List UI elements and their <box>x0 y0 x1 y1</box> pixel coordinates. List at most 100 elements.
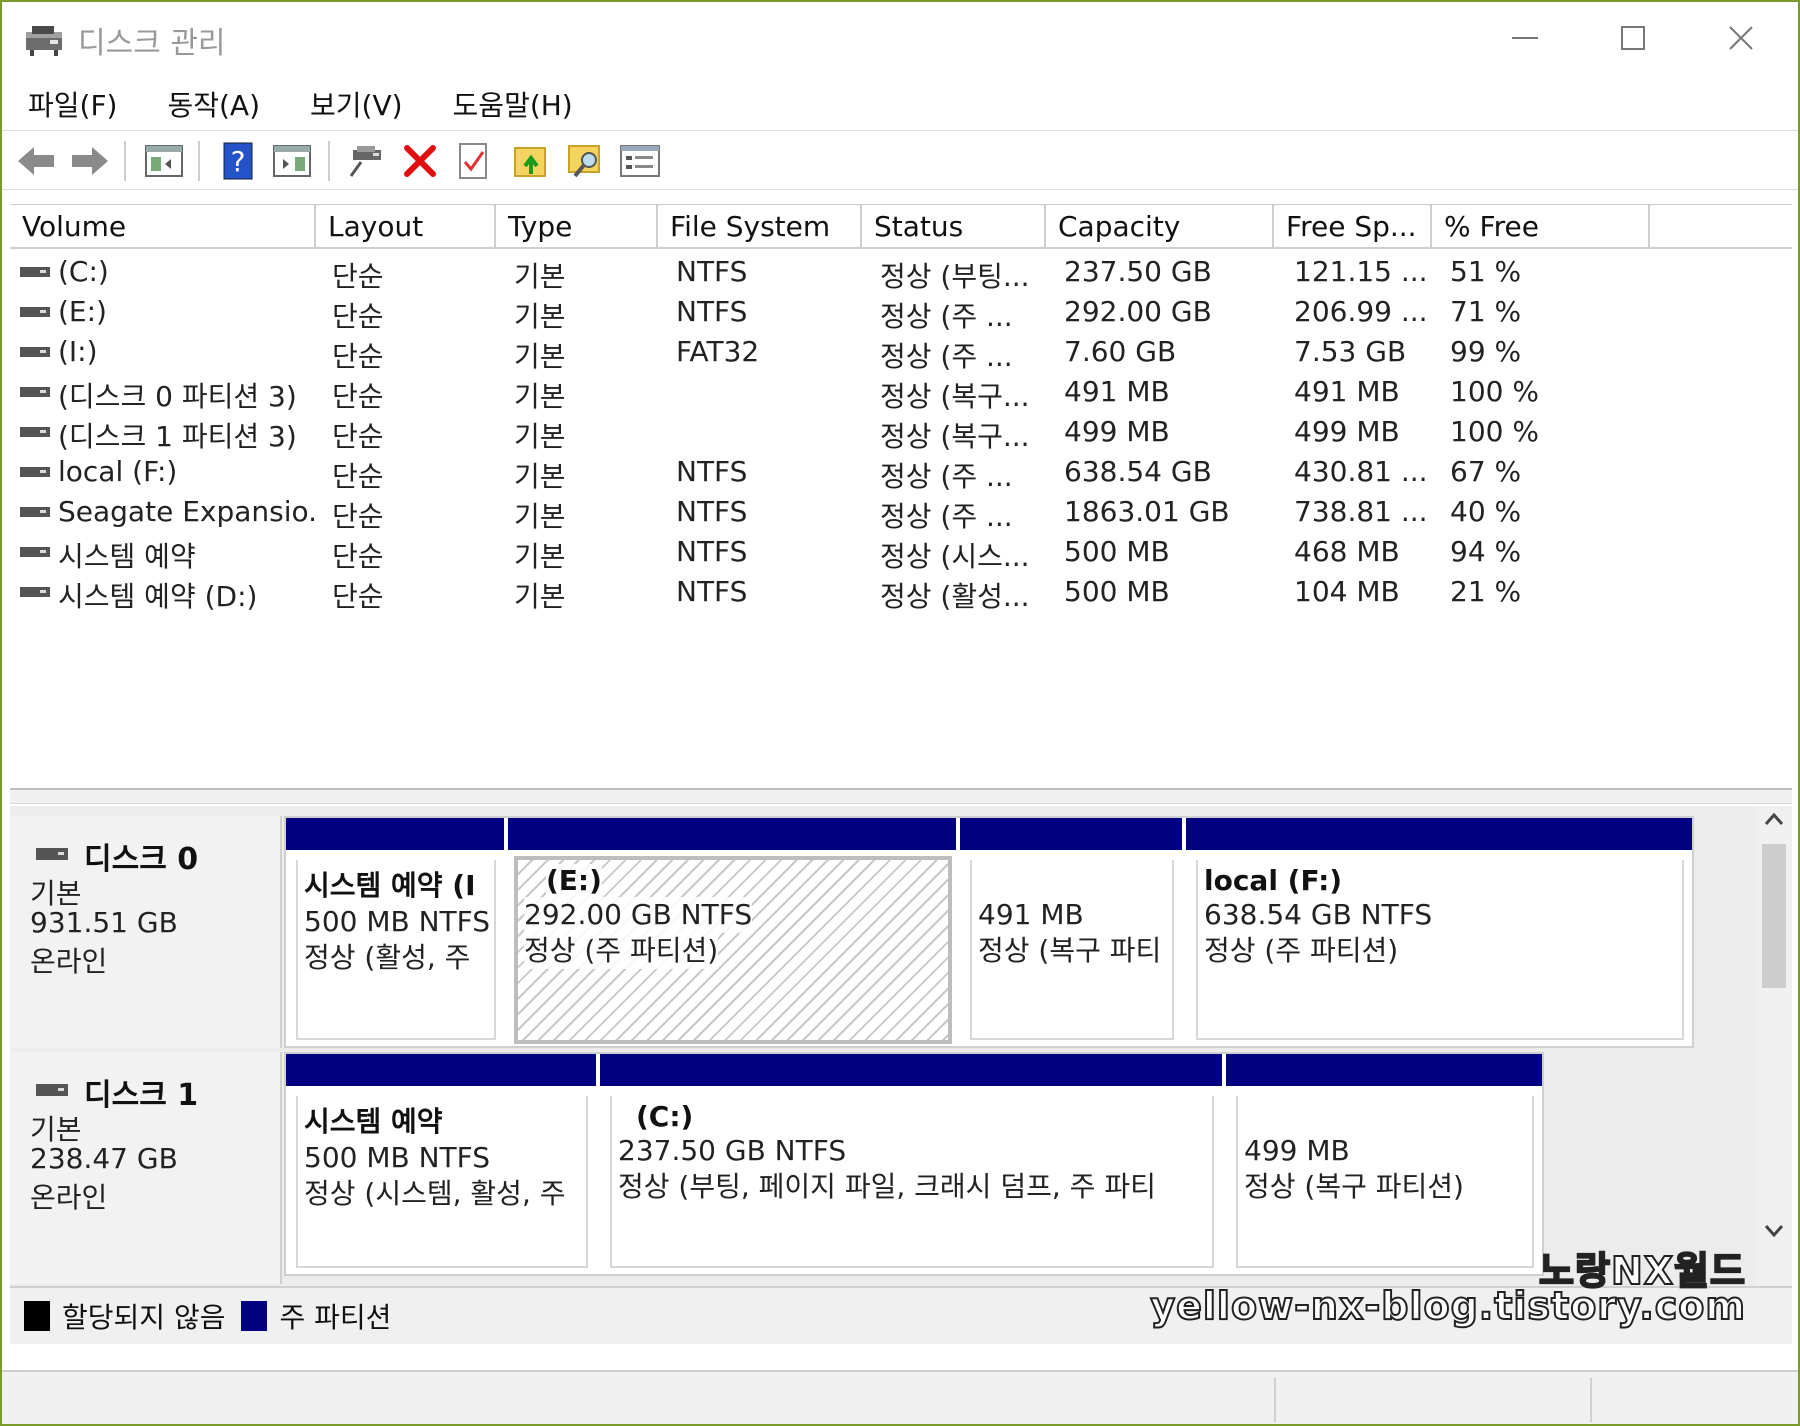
disk-1-partition-3-recovery[interactable]: 499 MB 정상 (복구 파티션) <box>1226 1054 1542 1274</box>
volume-row[interactable]: 시스템 예약 (D:) 단순 기본 NTFS 정상 (활성... 500 MB 104 MB… <box>10 571 1792 611</box>
cell-file-system: NTFS <box>676 255 748 288</box>
cell-file-system: NTFS <box>676 535 748 568</box>
disk-0-partition-3-recovery[interactable]: 491 MB 정상 (복구 파티 <box>960 818 1182 1046</box>
cell-capacity: 292.00 GB <box>1064 295 1212 328</box>
cell-type: 기본 <box>514 340 566 371</box>
volume-drive-icon <box>20 507 50 517</box>
primary-partition-header <box>508 818 956 850</box>
volume-row[interactable]: Seagate Expansio... 단순 기본 NTFS 정상 (주 ... 1863… <box>10 491 1792 531</box>
menu-view[interactable]: 보기(V) <box>284 78 427 128</box>
volume-row[interactable]: (C:) 단순 기본 NTFS 정상 (부팅... 237.50 GB 121.15 ...… <box>10 251 1792 291</box>
disk-0-partition-system-reserved[interactable]: 시스템 예약 (I 500 MB NTFS 정상 (활성, 주 <box>286 818 504 1046</box>
disk-graphical-view: 디스크 0 기본 931.51 GB 온라인 시스템 예약 (I 500 MB … <box>10 806 1792 1286</box>
close-icon <box>1729 26 1753 50</box>
column-header-percent-free[interactable]: % Free <box>1432 205 1650 249</box>
show-hide-action-pane-icon <box>273 145 311 177</box>
volume-row[interactable]: (I:) 단순 기본 FAT32 정상 (주 ... 7.60 GB 7.53 GB 99 % <box>10 331 1792 371</box>
cell-capacity: 638.54 GB <box>1064 455 1212 488</box>
partition-size: 237.50 GB NTFS <box>618 1134 847 1167</box>
partition-size: 500 MB NTFS <box>304 905 491 938</box>
disk-0-partition-f[interactable]: local (F:) 638.54 GB NTFS 정상 (주 파티션) <box>1186 818 1692 1046</box>
cell-capacity: 1863.01 GB <box>1064 495 1230 528</box>
volume-row[interactable]: 시스템 예약 단순 기본 NTFS 정상 (시스... 500 MB 468 MB 94 % <box>10 531 1792 571</box>
column-header-layout[interactable]: Layout <box>316 205 496 249</box>
partition-size: 638.54 GB NTFS <box>1204 898 1433 931</box>
volume-row[interactable]: (디스크 1 파티션 3) 단순 기본 정상 (복구... 499 MB 499 MB 10… <box>10 411 1792 451</box>
delete-icon <box>404 145 436 177</box>
view-list-button[interactable] <box>618 139 662 183</box>
show-hide-action-pane-button[interactable] <box>270 139 314 183</box>
show-hide-console-tree-button[interactable] <box>142 139 186 183</box>
partition-box: 491 MB 정상 (복구 파티 <box>970 860 1174 1040</box>
toolbar-separator <box>328 141 330 181</box>
minimize-button[interactable] <box>1490 12 1560 64</box>
graph-vertical-scrollbar[interactable] <box>1756 806 1792 1286</box>
cell-percent-free: 100 % <box>1450 415 1539 448</box>
disk-0-partition-e[interactable]: (E:) 292.00 GB NTFS 정상 (주 파티션) <box>508 818 956 1046</box>
pane-splitter[interactable] <box>10 788 1792 804</box>
partition-status: 정상 (부팅, 페이지 파일, 크래시 덤프, 주 파티 <box>618 1170 1156 1203</box>
cell-type: 기본 <box>514 300 566 331</box>
back-button[interactable] <box>14 139 58 183</box>
cell-volume: (디스크 1 파티션 3) <box>58 420 297 451</box>
legend-swatch-primary <box>241 1301 268 1331</box>
folder-up-button[interactable] <box>510 139 554 183</box>
menu-action[interactable]: 동작(A) <box>141 78 284 128</box>
close-button[interactable] <box>1706 12 1776 64</box>
scroll-down-arrow-icon[interactable] <box>1764 1224 1784 1238</box>
cell-percent-free: 94 % <box>1450 535 1522 568</box>
cell-status: 정상 (주 ... <box>880 300 1013 331</box>
status-bar <box>2 1370 1798 1424</box>
forward-button[interactable] <box>68 139 112 183</box>
toolbar: ? <box>2 130 1798 190</box>
show-hide-console-tree-icon <box>145 145 183 177</box>
scrollbar-thumb[interactable] <box>1762 844 1786 988</box>
folder-search-button[interactable] <box>564 139 608 183</box>
disk-0-label[interactable]: 디스크 0 기본 931.51 GB 온라인 <box>10 816 282 1048</box>
cell-file-system: NTFS <box>676 495 748 528</box>
cell-volume: 시스템 예약 <box>58 540 196 571</box>
column-header-capacity[interactable]: Capacity <box>1046 205 1274 249</box>
maximize-button[interactable] <box>1598 12 1668 64</box>
cell-free-space: 491 MB <box>1294 375 1400 408</box>
menu-file[interactable]: 파일(F) <box>2 78 141 128</box>
properties-button[interactable] <box>452 139 496 183</box>
volume-row[interactable]: local (F:) 단순 기본 NTFS 정상 (주 ... 638.54 GB 430.… <box>10 451 1792 491</box>
title-bar: 디스크 관리 <box>2 2 1798 74</box>
cell-capacity: 500 MB <box>1064 535 1170 568</box>
cell-type: 기본 <box>514 460 566 491</box>
disk-1-partition-c[interactable]: (C:) 237.50 GB NTFS 정상 (부팅, 페이지 파일, 크래시 … <box>600 1054 1222 1274</box>
cell-free-space: 121.15 ... <box>1294 255 1428 288</box>
disk-1-partition-system-reserved[interactable]: 시스템 예약 500 MB NTFS 정상 (시스템, 활성, 주 <box>286 1054 596 1274</box>
cell-type: 기본 <box>514 500 566 531</box>
cell-layout: 단순 <box>332 540 384 571</box>
cell-layout: 단순 <box>332 260 384 291</box>
disk-1-label[interactable]: 디스크 1 기본 238.47 GB 온라인 <box>10 1052 282 1284</box>
primary-partition-header <box>960 818 1182 850</box>
partition-box-selected: (E:) 292.00 GB NTFS 정상 (주 파티션) <box>514 856 952 1044</box>
menu-help[interactable]: 도움말(H) <box>427 78 597 128</box>
partition-name: 시스템 예약 (I <box>304 869 476 902</box>
volume-row[interactable]: (E:) 단순 기본 NTFS 정상 (주 ... 292.00 GB 206.99 ...… <box>10 291 1792 331</box>
scroll-up-arrow-icon[interactable] <box>1764 812 1784 826</box>
column-header-free-space[interactable]: Free Sp... <box>1274 205 1432 249</box>
partition-box: 499 MB 정상 (복구 파티션) <box>1236 1096 1534 1268</box>
partition-name <box>978 864 1172 897</box>
legend-swatch-unallocated <box>24 1301 50 1331</box>
minimize-icon <box>1512 37 1538 39</box>
connect-drive-button[interactable] <box>344 139 388 183</box>
delete-button[interactable] <box>398 139 442 183</box>
cell-status: 정상 (주 ... <box>880 340 1013 371</box>
help-button[interactable]: ? <box>216 139 260 183</box>
cell-capacity: 491 MB <box>1064 375 1170 408</box>
partition-box: 시스템 예약 500 MB NTFS 정상 (시스템, 활성, 주 <box>296 1096 588 1268</box>
volume-list-header: Volume Layout Type File System Status Ca… <box>10 205 1792 249</box>
column-header-status[interactable]: Status <box>862 205 1046 249</box>
volume-row[interactable]: (디스크 0 파티션 3) 단순 기본 정상 (복구... 491 MB 491 MB 10… <box>10 371 1792 411</box>
primary-partition-header <box>286 1054 596 1086</box>
column-header-type[interactable]: Type <box>496 205 658 249</box>
column-header-file-system[interactable]: File System <box>658 205 862 249</box>
legend-label-unallocated: 할당되지 않음 <box>62 1301 226 1334</box>
cell-free-space: 206.99 ... <box>1294 295 1428 328</box>
column-header-volume[interactable]: Volume <box>10 205 316 249</box>
